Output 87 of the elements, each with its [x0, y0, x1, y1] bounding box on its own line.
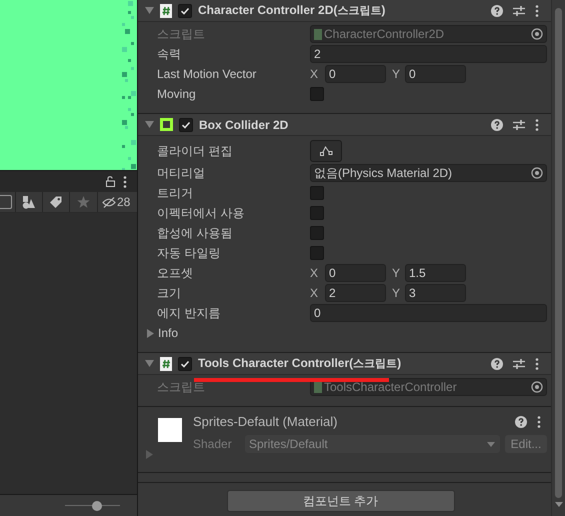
field-label: 오프셋 [157, 267, 193, 279]
field-label: 속력 [157, 48, 181, 60]
more-icon[interactable] [537, 416, 541, 428]
field-label: 이펙터에서 사용 [157, 207, 244, 219]
field-label: 스크립트 [157, 28, 205, 40]
add-component-button[interactable]: 컴포넌트 추가 [226, 490, 454, 512]
tag-icon[interactable] [50, 196, 62, 208]
field-label: 자동 타일링 [157, 247, 220, 259]
dropdown-arrow-icon [487, 442, 495, 446]
expand-arrow-icon[interactable] [145, 6, 154, 15]
field-label: 머티리얼 [157, 167, 205, 179]
checkbox[interactable] [310, 246, 324, 260]
edit-collider-button[interactable] [310, 140, 342, 162]
checkbox[interactable] [310, 226, 324, 240]
material-preview [158, 418, 182, 442]
number-field[interactable]: 0 [325, 264, 386, 282]
axis-label: Y [391, 265, 402, 282]
star-icon[interactable] [77, 196, 90, 208]
axis-label: Y [391, 285, 402, 302]
help-icon[interactable] [491, 118, 503, 130]
component-title: Character Controller 2D(스크립트) [198, 2, 386, 20]
number-field[interactable]: 1.5 [405, 264, 466, 282]
shader-label: Shader [193, 436, 233, 453]
checkbox[interactable] [178, 356, 192, 370]
component-title: Box Collider 2D [199, 116, 290, 134]
component-title: Tools Character Controller(스크립트) [198, 355, 402, 372]
material-name: Sprites-Default (Material) [193, 413, 338, 432]
field-label: 콜라이더 편집 [157, 144, 232, 156]
more-icon[interactable] [123, 176, 127, 188]
checkbox[interactable] [178, 4, 192, 18]
component-header[interactable]: Box Collider 2D [138, 114, 551, 136]
checkbox[interactable] [310, 87, 324, 101]
number-field[interactable]: 0 [405, 65, 466, 83]
axis-label: X [310, 265, 320, 282]
field-label: 스크립트 [157, 381, 205, 393]
checkbox[interactable] [310, 206, 324, 220]
help-icon[interactable] [491, 358, 503, 370]
object-picker-icon[interactable] [531, 167, 543, 179]
axis-label: Y [391, 66, 402, 83]
expand-arrow-icon[interactable] [145, 120, 154, 129]
field-label: 에지 반지름 [157, 307, 220, 319]
collapse-arrow-icon[interactable] [146, 328, 155, 338]
object-field[interactable]: 없음(Physics Material 2D) [310, 164, 547, 182]
help-icon[interactable] [491, 4, 503, 16]
number-field[interactable]: 2 [310, 45, 547, 63]
sliders-icon[interactable] [513, 358, 525, 370]
number-field[interactable]: 3 [405, 284, 466, 302]
square-outline-icon [160, 118, 173, 131]
checkbox[interactable] [310, 186, 324, 200]
field-label: 크기 [157, 287, 181, 299]
field-label: Moving [157, 88, 196, 100]
unlock-icon[interactable] [106, 176, 115, 187]
axis-label: X [310, 285, 320, 302]
more-icon[interactable] [535, 4, 539, 16]
more-icon[interactable] [535, 358, 539, 370]
field-label: 합성에 사용됨 [157, 227, 232, 239]
component-header[interactable]: Character Controller 2D(스크립트) [138, 0, 551, 22]
help-icon[interactable] [515, 416, 527, 428]
number-field[interactable]: 0 [310, 304, 547, 322]
scroll-down-icon[interactable] [554, 502, 562, 507]
shapes-icon[interactable] [22, 196, 36, 208]
script-icon [314, 382, 322, 392]
script-icon [160, 4, 172, 18]
checkmark-icon [180, 358, 190, 368]
axis-label: X [310, 66, 320, 83]
hidden-count: 28 [117, 194, 130, 211]
number-field[interactable]: 0 [325, 65, 386, 83]
slider-thumb[interactable] [92, 500, 102, 510]
field-label: 트리거 [157, 187, 193, 199]
sliders-icon[interactable] [513, 4, 525, 16]
maximize-icon[interactable] [0, 195, 12, 209]
scrollbar-thumb[interactable] [555, 8, 562, 498]
checkmark-icon [180, 6, 190, 16]
checkbox[interactable] [179, 118, 193, 132]
node-path-icon [320, 145, 332, 156]
field-label: Last Motion Vector [157, 68, 256, 80]
sliders-icon[interactable] [513, 118, 525, 130]
script-icon [160, 356, 172, 370]
number-field[interactable]: 2 [325, 284, 386, 302]
script-icon [314, 28, 322, 40]
zoom-slider[interactable] [65, 500, 120, 510]
foldout-label[interactable]: Info [158, 324, 178, 342]
expand-arrow-icon[interactable] [145, 359, 154, 368]
more-icon[interactable] [535, 118, 539, 130]
hidden-eye-icon[interactable] [102, 196, 116, 208]
component-header[interactable]: Tools Character Controller(스크립트) [138, 353, 551, 375]
checkmark-icon [181, 120, 191, 130]
